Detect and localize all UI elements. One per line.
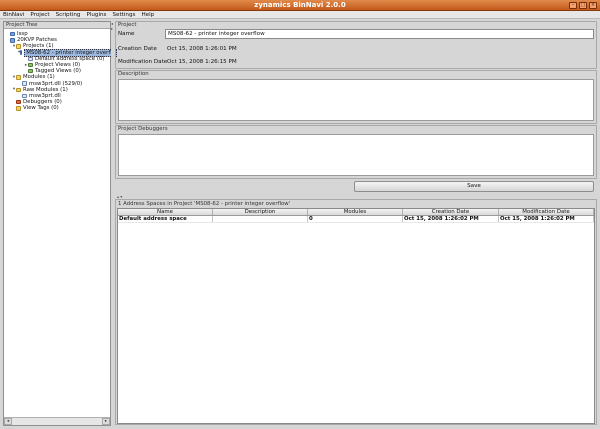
project-tree-header: Project Tree [4,22,110,29]
address-space-icon [28,56,33,62]
creation-date-value: Oct 15, 2008 1:26:01 PM [167,46,237,52]
title-bar: zynamics BinNavi 2.0.0 – □ × [0,0,600,11]
creation-date-label: Creation Date [118,46,157,52]
database-icon [10,38,15,43]
tree-horizontal-scrollbar[interactable]: ◂ ▸ [4,417,110,425]
tree-item-label: 20KVP Patches [17,37,57,44]
window-controls: – □ × [569,2,597,9]
menu-binnavi[interactable]: BinNavi [3,12,24,18]
tree-item-label: Modules (1) [23,74,55,81]
column-header-name[interactable]: Name [118,209,213,215]
tree-item-label: msw3prt.dll [29,92,61,99]
close-button[interactable]: × [589,2,597,9]
address-spaces-caption: 1 Address Spaces in Project 'MS08-62 - p… [118,201,291,207]
views-icon [28,62,33,68]
menu-scripting[interactable]: Scripting [56,12,81,18]
menu-help[interactable]: Help [141,12,154,18]
column-header-modification-date[interactable]: Modification Date [499,209,594,215]
modification-date-label: Modification Date [118,59,168,65]
scroll-right-arrow-icon[interactable]: ▸ [102,418,110,425]
project-tree-panel: Project Tree Issp 20KVP Patches ▾ Projects … [3,21,118,426]
tagged-views-icon [28,68,33,74]
scroll-left-arrow-icon[interactable]: ◂ [4,418,12,425]
table-cell-name: Default address space [118,216,213,222]
table-cell-creation-date: Oct 15, 2008 1:26:02 PM [403,216,499,222]
tree-item-label: Project Views (0) [35,62,81,69]
folder-icon [16,44,21,49]
collapse-right-icon[interactable]: ▸ [111,26,113,31]
address-spaces-group: 1 Address Spaces in Project 'MS08-62 - p… [115,199,597,425]
tree-item[interactable]: View Tags (0) [4,105,110,111]
tree-item-label: Raw Modules (1) [23,86,68,93]
menu-settings[interactable]: Settings [112,12,135,18]
table-cell-description [213,216,308,222]
maximize-button[interactable]: □ [579,2,587,9]
menu-bar: BinNavi Project Scripting Plugins Settin… [0,11,600,19]
name-label: Name [118,31,135,37]
project-name-input[interactable]: MS08-62 - printer integer overflow [165,29,594,39]
table-row[interactable]: Default address space 0 Oct 15, 2008 1:2… [118,216,594,223]
window-title: zynamics BinNavi 2.0.0 [254,1,346,9]
horizontal-splitter[interactable]: ▴ ▾ [115,194,597,199]
menu-plugins[interactable]: Plugins [86,12,106,18]
tree-item-label: Debuggers (0) [23,99,62,106]
minimize-button[interactable]: – [569,2,577,9]
project-section-title: Project [118,22,137,28]
tree-item-label: Issp [17,31,28,38]
menu-project[interactable]: Project [30,12,49,18]
tree-item-label: View Tags (0) [23,105,59,112]
project-tree: Issp 20KVP Patches ▾ Projects (1) ▾ MS08-62 -… [4,29,118,111]
project-group: Project Name MS08-62 - printer integer o… [115,21,597,69]
modification-date-value: Oct 15, 2008 1:26:15 PM [167,59,237,65]
description-section-title: Description [118,71,149,77]
column-header-modules[interactable]: Modules [308,209,403,215]
project-debuggers-group: Project Debuggers [115,125,597,179]
column-header-description[interactable]: Description [213,209,308,215]
column-header-creation-date[interactable]: Creation Date [403,209,499,215]
database-icon [10,31,15,37]
module-icon [22,81,27,86]
folder-icon [16,87,21,93]
description-textarea[interactable] [118,79,594,121]
save-button[interactable]: Save [354,181,594,192]
description-group: Description [115,70,597,124]
tree-item-label: Tagged Views (0) [35,68,81,75]
tree-item-label: msw3prt.dll (529/0) [29,80,83,87]
debugger-icon [16,99,21,105]
table-cell-modules: 0 [308,216,403,222]
project-icon [20,50,23,55]
table-cell-modification-date: Oct 15, 2008 1:26:02 PM [499,216,594,222]
table-header: Name Description Modules Creation Date M… [118,209,594,216]
project-details-panel: Project Name MS08-62 - printer integer o… [115,21,597,426]
address-spaces-table: Name Description Modules Creation Date M… [117,208,595,424]
folder-icon [16,75,21,80]
project-debuggers-list[interactable] [118,134,594,176]
tag-icon [16,106,21,111]
project-debuggers-section-title: Project Debuggers [118,126,168,132]
raw-module-icon [22,93,27,99]
tree-item-label: Default address space (0) [35,55,105,62]
